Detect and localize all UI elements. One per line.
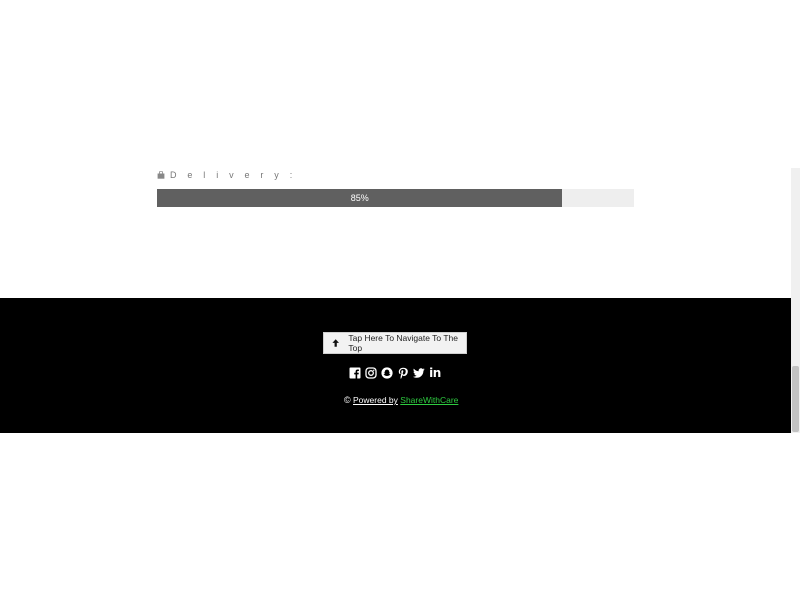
pinterest-icon[interactable] — [397, 367, 409, 379]
progress-track: 85% — [157, 189, 634, 207]
shopping-bag-icon — [157, 171, 165, 179]
snapchat-icon[interactable] — [381, 367, 393, 379]
copyright-icon: © — [344, 395, 351, 405]
social-links: in — [349, 367, 441, 379]
instagram-icon[interactable] — [365, 367, 377, 379]
navigate-top-button[interactable]: Tap Here To Navigate To The Top — [323, 332, 467, 354]
footer: Tap Here To Navigate To The Top in © Pow… — [0, 298, 791, 433]
powered-by-line: © Powered by ShareWithCare — [344, 395, 458, 405]
progress-fill: 85% — [157, 189, 563, 207]
rating-label-row: D e l i v e r y : — [157, 168, 634, 182]
scrollbar[interactable] — [791, 168, 800, 433]
scrollbar-thumb[interactable] — [792, 366, 799, 432]
rating-label: D e l i v e r y : — [170, 170, 297, 180]
linkedin-text: in — [429, 366, 441, 380]
navigate-top-label: Tap Here To Navigate To The Top — [348, 333, 458, 353]
arrow-up-icon — [332, 339, 339, 347]
twitter-icon[interactable] — [413, 367, 425, 379]
facebook-icon[interactable] — [349, 367, 361, 379]
delivery-rating: D e l i v e r y : 85% — [157, 168, 634, 207]
powered-by-text: Powered by — [353, 395, 398, 405]
page: D e l i v e r y : 85% Tap Here To Naviga… — [0, 0, 800, 600]
sharewithcare-link[interactable]: ShareWithCare — [400, 395, 458, 405]
linkedin-icon[interactable]: in — [429, 367, 441, 379]
progress-percent: 85% — [350, 193, 369, 203]
